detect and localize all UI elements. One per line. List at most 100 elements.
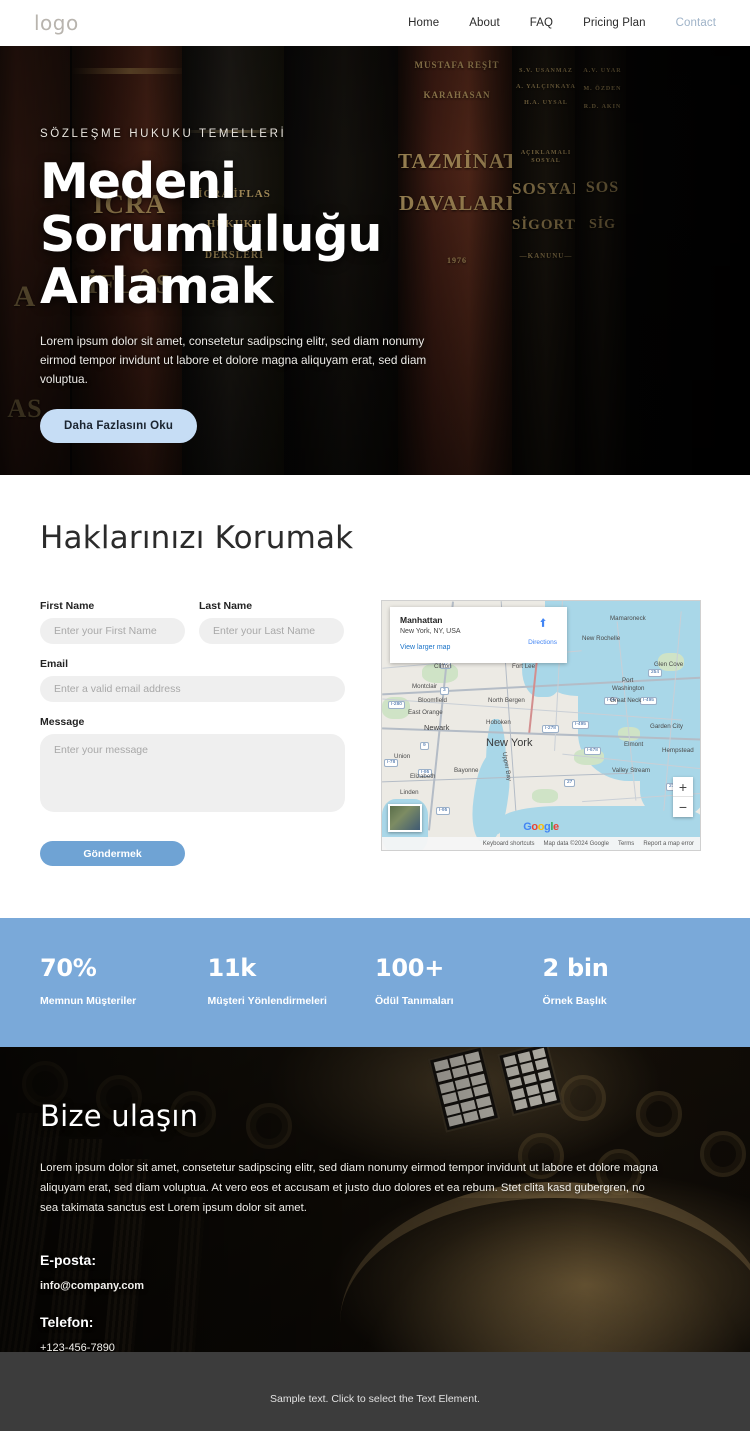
email-heading: E-posta:: [40, 1252, 96, 1269]
nav-item-home[interactable]: Home: [408, 17, 439, 29]
stat-item: 11k Müşteri Yönlendirmeleri: [208, 954, 376, 1007]
route-shield: I-495: [572, 721, 589, 729]
contact-form: First Name Last Name Email Message: [40, 600, 345, 866]
contact-description: Lorem ipsum dolor sit amet, consetetur s…: [40, 1162, 658, 1214]
email-input[interactable]: [40, 676, 345, 702]
keyboard-shortcuts-link[interactable]: Keyboard shortcuts: [483, 841, 535, 847]
map-label: Bayonne: [454, 767, 479, 774]
map-label: Montclair: [412, 683, 438, 690]
google-logo: Google: [523, 821, 559, 833]
nav-item-contact[interactable]: Contact: [676, 17, 716, 29]
map-label: East Orange: [408, 709, 443, 716]
contact-title: Bize ulaşın: [40, 1099, 199, 1133]
email-value[interactable]: info@company.com: [40, 1280, 680, 1292]
zoom-out-button[interactable]: −: [673, 797, 693, 817]
phone-heading: Telefon:: [40, 1314, 94, 1331]
map-label: Valley Stream: [612, 767, 651, 774]
terms-link[interactable]: Terms: [618, 841, 634, 847]
first-name-input[interactable]: [40, 618, 185, 644]
stat-number: 11k: [207, 954, 257, 982]
message-group: Message: [40, 716, 345, 817]
map-label: Elizabeth: [410, 773, 436, 780]
site-footer: Sample text. Click to select the Text El…: [0, 1352, 750, 1431]
stat-item: 100+ Ödül Tanımaları: [375, 954, 543, 1007]
map-label: Garden City: [650, 723, 684, 730]
hero-cta-button[interactable]: Daha Fazlasını Oku: [40, 409, 198, 443]
route-shield: I-278: [542, 725, 559, 733]
map-label: Union: [394, 753, 411, 760]
google-map-embed[interactable]: 17 3 I-280 9 I-78 I-95 I-95 I-278 I-495 …: [381, 600, 701, 851]
site-header: logo Home About FAQ Pricing Plan Contact: [0, 0, 750, 46]
route-shield: I-280: [388, 701, 405, 709]
stat-label: Müşteri Yönlendirmeleri: [207, 995, 327, 1007]
form-and-map-row: First Name Last Name Email Message: [40, 600, 710, 866]
map-label: Elmont: [624, 741, 644, 748]
nav-item-about[interactable]: About: [469, 17, 500, 29]
hero-description: Lorem ipsum dolor sit amet, consetetur s…: [40, 333, 427, 386]
name-fields-row: First Name Last Name: [40, 600, 345, 658]
section-title: Haklarınızı Korumak: [40, 520, 354, 556]
site-logo[interactable]: logo: [34, 11, 79, 35]
route-shield: I-78: [384, 759, 399, 767]
map-label: Fort Lee: [512, 663, 536, 670]
last-name-input[interactable]: [199, 618, 344, 644]
last-name-label: Last Name: [199, 600, 253, 612]
map-label: Washington: [612, 685, 645, 692]
route-shield: 3: [440, 687, 449, 695]
last-name-group: Last Name: [199, 600, 344, 644]
stat-number: 100+: [375, 954, 445, 982]
zoom-in-button[interactable]: +: [673, 777, 693, 797]
report-error-link[interactable]: Report a map error: [643, 841, 694, 847]
map-label: North Bergen: [488, 697, 525, 704]
map-label: Hoboken: [486, 719, 511, 726]
email-label: Email: [40, 658, 69, 670]
footer-text[interactable]: Sample text. Click to select the Text El…: [270, 1393, 480, 1405]
message-textarea[interactable]: [40, 734, 345, 812]
stat-item: 70% Memnun Müşteriler: [40, 954, 208, 1007]
first-name-group: First Name: [40, 600, 185, 644]
hero-title: Medeni Sorumluluğu Anlamak: [40, 153, 382, 316]
route-shield: I-495: [640, 697, 657, 705]
phone-value[interactable]: +123-456-7890: [40, 1342, 680, 1352]
route-shield: 9: [420, 742, 429, 750]
page-root: logo Home About FAQ Pricing Plan Contact…: [0, 0, 750, 1431]
stats-section: 70% Memnun Müşteriler 11k Müşteri Yönlen…: [0, 918, 750, 1047]
first-name-label: First Name: [40, 600, 95, 612]
stat-label: Örnek Başlık: [542, 995, 607, 1007]
route-shield: I-95: [436, 807, 451, 815]
nav-item-pricing-plan[interactable]: Pricing Plan: [583, 17, 646, 29]
email-group: Email: [40, 658, 345, 702]
main-navigation: Home About FAQ Pricing Plan Contact: [408, 17, 716, 29]
contact-form-section: Haklarınızı Korumak First Name Last Name…: [0, 475, 750, 918]
map-label: Mamaroneck: [610, 615, 646, 622]
nav-item-faq[interactable]: FAQ: [530, 17, 553, 29]
message-label: Message: [40, 716, 85, 728]
contact-info-content: Bize ulaşın Lorem ipsum dolor sit amet, …: [40, 1099, 680, 1352]
hero-section: A AS İCRA İFLÂS İCRA İFLAS HUKUKU DERSLE…: [0, 46, 750, 475]
map-attribution-bar: Keyboard shortcuts Map data ©2024 Google…: [382, 837, 700, 850]
route-shield: 254: [648, 669, 663, 677]
stat-number: 2 bin: [542, 954, 609, 982]
route-shield: 27: [564, 779, 576, 787]
contact-info-section: Bize ulaşın Lorem ipsum dolor sit amet, …: [0, 1047, 750, 1352]
map-label: Port: [622, 677, 634, 684]
map-label: New York: [486, 737, 533, 749]
map-info-card: Manhattan New York, NY, USA View larger …: [390, 607, 567, 663]
map-label: Great Neck: [610, 697, 642, 704]
map-label: Newark: [424, 723, 450, 732]
stat-label: Ödül Tanımaları: [375, 995, 454, 1007]
directions-icon: [540, 618, 546, 627]
street-view-thumbnail[interactable]: [388, 804, 422, 832]
map-label: New Rochelle: [582, 635, 621, 642]
stat-label: Memnun Müşteriler: [40, 995, 137, 1007]
submit-button[interactable]: Göndermek: [40, 841, 185, 866]
hero-content: SÖZLEŞME HUKUKU TEMELLERİ Medeni Sorumlu…: [40, 128, 510, 443]
map-zoom-controls: + −: [673, 777, 693, 817]
map-label: Clifton: [434, 663, 452, 670]
map-label: Hempstead: [662, 747, 694, 754]
map-data-text: Map data ©2024 Google: [543, 840, 609, 847]
directions-button[interactable]: Directions: [528, 616, 557, 649]
map-label: Linden: [400, 789, 419, 796]
map-label: Bloomfield: [418, 697, 447, 704]
map-label: Glen Cove: [654, 661, 684, 668]
